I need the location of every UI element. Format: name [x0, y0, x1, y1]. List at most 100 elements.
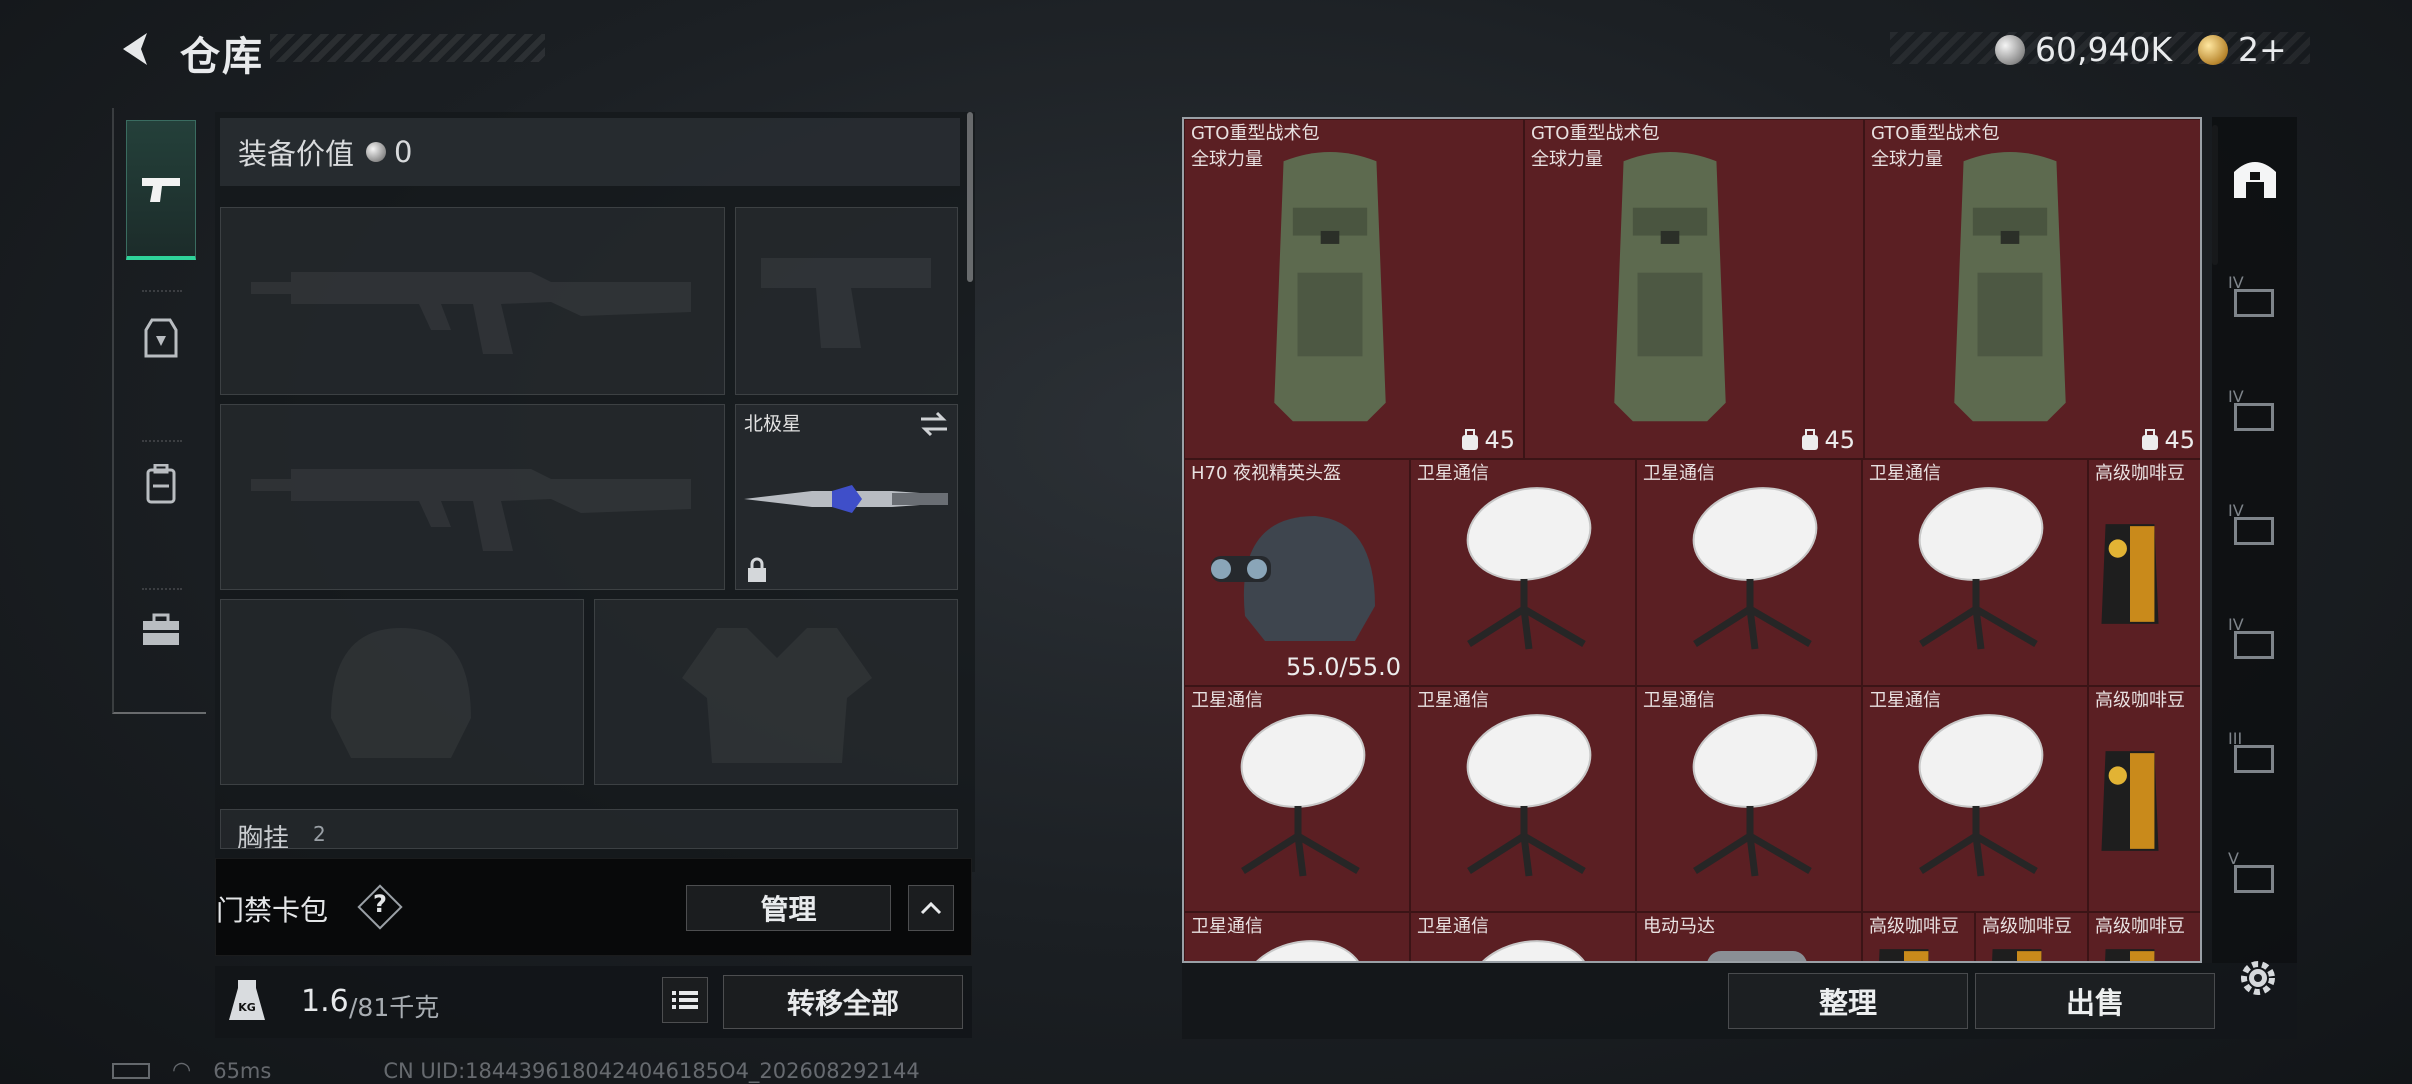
tab-container[interactable]: III [2226, 723, 2284, 783]
backpack-icon [1954, 152, 2066, 422]
satellite-dish-icon [1240, 714, 1366, 877]
satellite-dish-icon [1918, 487, 2044, 650]
melee-slot[interactable]: 北极星 [735, 404, 958, 590]
container-tier-icon: III [2228, 729, 2282, 777]
backpack-tab-icon [146, 464, 176, 504]
primary-weapon-slot[interactable] [220, 207, 725, 395]
tab-toolbox[interactable] [126, 560, 196, 700]
body-armor-slot[interactable] [594, 599, 958, 785]
stash-item-capacity-value: 45 [2164, 426, 2195, 454]
stash-item[interactable]: 卫星通信 [1410, 912, 1636, 961]
wifi-icon: ◠ [172, 1058, 192, 1083]
secondary-weapon-slot[interactable] [735, 207, 958, 395]
chest-rig-slot[interactable]: 胸挂 2 [220, 809, 958, 849]
transfer-all-button[interactable]: 转移全部 [723, 975, 963, 1029]
stash-item[interactable]: 卫星通信 [1862, 459, 2088, 686]
currency-amount: 60,940K [2035, 30, 2173, 69]
tab-container[interactable]: IV [2226, 495, 2284, 555]
stash-action-bar: 整理 出售 [1182, 963, 2297, 1039]
capacity-icon [2142, 429, 2159, 450]
stash-item-image [1901, 484, 2051, 658]
container-box-shape [2234, 745, 2274, 773]
stash-item-image [1697, 941, 1817, 961]
stash-item[interactable]: 高级咖啡豆 [1862, 912, 1975, 961]
manage-button[interactable]: 管理 [686, 885, 891, 931]
tab-helmet-armor[interactable] [126, 268, 196, 408]
premium-amount: 2+ [2238, 30, 2287, 69]
coffee-bag-icon [2101, 524, 2159, 624]
back-arrow-icon [123, 33, 147, 65]
stash-item[interactable]: 电动马达 [1636, 912, 1862, 961]
premium-currency-display[interactable]: 2+ [2198, 30, 2287, 69]
stash-item[interactable]: 高级咖啡豆 [2088, 912, 2200, 961]
stash-item-name: 卫星通信 [1643, 463, 1715, 484]
stash-item[interactable]: 卫星通信 [1410, 459, 1636, 686]
stash-item[interactable]: GTO重型战术包 全球力量 45 [1524, 119, 1864, 459]
stash-item[interactable]: 卫星通信 [1862, 686, 2088, 912]
stash-item-image [2099, 518, 2161, 634]
stash-item[interactable]: 卫星通信 [1410, 686, 1636, 912]
tab-weapons[interactable] [126, 120, 196, 260]
stash-item[interactable]: H70 夜视精英头盔 55.0/55.0 [1184, 459, 1410, 686]
sort-button[interactable]: 整理 [1728, 973, 1968, 1029]
list-view-button[interactable] [662, 977, 708, 1023]
stash-item[interactable]: 高级咖啡豆 [1975, 912, 2088, 961]
tab-container[interactable]: IV [2226, 609, 2284, 669]
capacity-icon [1462, 429, 1479, 450]
rifle-silhouette-icon [251, 272, 691, 354]
stash-item-name: H70 夜视精英头盔 [1191, 463, 1342, 484]
swap-icon[interactable] [919, 411, 949, 437]
stash-item-name: 卫星通信 [1869, 463, 1941, 484]
tab-stash-main[interactable] [2226, 147, 2284, 207]
stash-item[interactable]: 卫星通信 [1184, 912, 1410, 961]
help-icon: ? [373, 890, 387, 918]
tab-container[interactable]: IV [2226, 267, 2284, 327]
container-tier-icon: IV [2228, 615, 2282, 663]
stash-item-name: 高级咖啡豆 [2095, 916, 2185, 937]
gear-icon [2241, 961, 2275, 995]
container-tier-icon: IV [2228, 273, 2282, 321]
keycard-label: 门禁卡包 [216, 894, 329, 927]
stash-item-image [1205, 496, 1385, 650]
stash-item[interactable]: GTO重型战术包 全球力量 45 [1864, 119, 2200, 459]
backpack-icon [1274, 152, 1386, 422]
stash-item-name: 卫星通信 [1191, 690, 1263, 711]
melee-item-name: 北极星 [744, 413, 802, 435]
tab-container[interactable]: V [2226, 843, 2284, 903]
back-button[interactable] [112, 24, 162, 74]
stash-item-durability: 55.0/55.0 [1286, 653, 1401, 681]
container-box-shape [2234, 865, 2274, 893]
stash-item[interactable]: 高级咖啡豆 [2088, 686, 2200, 912]
stash-item[interactable]: 卫星通信 [1636, 459, 1862, 686]
helmet-slot[interactable] [220, 599, 584, 785]
coffee-bag-icon [2105, 949, 2155, 961]
stash-item-name: 高级咖啡豆 [1982, 916, 2072, 937]
stash-item-name: 卫星通信 [1869, 690, 1941, 711]
weight-bar: KG 1.6 /81千克 转移全部 [215, 966, 972, 1038]
stash-item[interactable]: GTO重型战术包 全球力量 45 [1184, 119, 1524, 459]
stash-item-image [2099, 943, 2161, 961]
currency-display[interactable]: 60,940K [1995, 30, 2172, 69]
battery-icon [112, 1062, 150, 1079]
secondary-rifle-slot[interactable] [220, 404, 725, 590]
stash-grid: GTO重型战术包 全球力量 45 GTO重型战术包 全球力量 45 GTO重型战术包 全球… [1182, 117, 2202, 963]
user-uid: CN UID:1844396180424046185O4_20260829214… [383, 1058, 920, 1083]
collapse-button[interactable] [908, 885, 954, 931]
tab-backpack[interactable] [126, 414, 196, 554]
tab-container[interactable]: IV [2226, 381, 2284, 441]
stash-item-name: 卫星通信 [1191, 916, 1263, 937]
satellite-dish-icon [1466, 487, 1592, 650]
stash-item-image [1223, 937, 1373, 961]
loadout-scrollbar[interactable] [967, 112, 973, 282]
silver-coin-icon [366, 142, 387, 162]
stash-item[interactable]: 卫星通信 [1184, 686, 1410, 912]
stash-item[interactable]: 高级咖啡豆 [2088, 459, 2200, 686]
stash-item-name: 高级咖啡豆 [2095, 690, 2185, 711]
knife-icon [744, 485, 948, 513]
container-tier-icon: V [2228, 849, 2282, 897]
stash-item-name: GTO重型战术包 [1531, 123, 1660, 144]
sell-button[interactable]: 出售 [1975, 973, 2215, 1029]
settings-button[interactable] [2236, 956, 2280, 1004]
stash-item[interactable]: 卫星通信 [1636, 686, 1862, 912]
status-footer: ◠ 65ms CN UID:1844396180424046185O4_2026… [112, 1058, 920, 1083]
